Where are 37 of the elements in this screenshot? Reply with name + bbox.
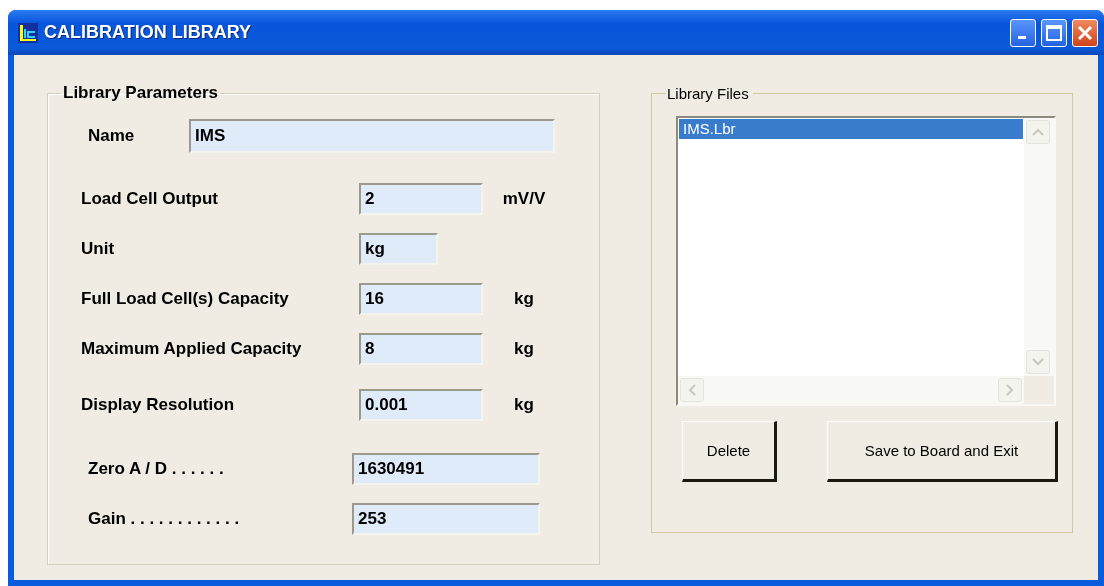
- group-title: Library Files: [666, 85, 750, 102]
- field-label: Gain . . . . . . . . . . . .: [87, 509, 241, 529]
- group-title: Library Parameters: [62, 83, 219, 103]
- field-label: Zero A / D . . . . . .: [87, 459, 225, 479]
- field-label: Load Cell Output: [81, 189, 219, 209]
- maximize-icon: [1046, 24, 1062, 41]
- input-field[interactable]: 8: [359, 333, 483, 365]
- input-field[interactable]: 2: [359, 183, 483, 215]
- file-list[interactable]: IMS.Lbr: [676, 116, 1056, 406]
- field-label: Name: [87, 126, 136, 146]
- close-icon: [1077, 24, 1093, 41]
- minimize-button[interactable]: [1010, 18, 1036, 47]
- vertical-scrollbar[interactable]: [1024, 118, 1054, 376]
- field-label: Unit: [81, 239, 116, 259]
- input-field[interactable]: IMS: [189, 119, 555, 153]
- input-field[interactable]: 16: [359, 283, 483, 315]
- field-label: Maximum Applied Capacity: [81, 339, 303, 359]
- app-logo-icon: [18, 22, 38, 43]
- unit-label: kg: [513, 395, 535, 415]
- close-button[interactable]: [1072, 18, 1098, 47]
- minimize-icon: [1018, 36, 1026, 39]
- field-label: Display Resolution: [81, 395, 236, 415]
- input-field[interactable]: 1630491: [352, 453, 540, 485]
- unit-label: mV/V: [501, 189, 547, 209]
- input-field[interactable]: 253: [352, 503, 540, 535]
- horizontal-scrollbar[interactable]: [678, 376, 1024, 404]
- delete-button[interactable]: Delete: [682, 421, 777, 482]
- input-field[interactable]: kg: [359, 233, 438, 265]
- scrollbar-corner: [1024, 376, 1054, 404]
- field-label: Full Load Cell(s) Capacity: [81, 289, 290, 309]
- input-field[interactable]: 0.001: [359, 389, 483, 421]
- file-list-item[interactable]: IMS.Lbr: [679, 119, 1023, 139]
- unit-label: kg: [513, 339, 535, 359]
- maximize-button[interactable]: [1041, 18, 1067, 47]
- window-title: CALIBRATION LIBRARY: [44, 22, 252, 43]
- unit-label: kg: [513, 289, 535, 309]
- save-exit-button[interactable]: Save to Board and Exit: [827, 421, 1058, 482]
